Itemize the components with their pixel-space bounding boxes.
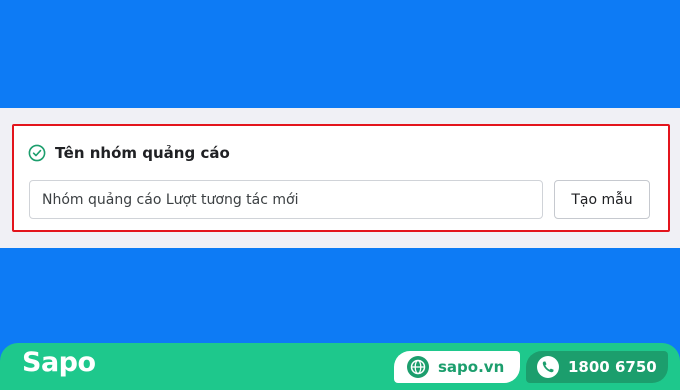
ad-group-panel: Tên nhóm quảng cáo Tạo mẫu <box>0 108 680 248</box>
website-text: sapo.vn <box>438 358 505 376</box>
website-badge[interactable]: sapo.vn <box>394 351 520 383</box>
sapo-logo: Sapo <box>22 347 96 378</box>
create-template-button[interactable]: Tạo mẫu <box>554 180 650 219</box>
ad-group-name-card: Tên nhóm quảng cáo Tạo mẫu <box>12 124 670 232</box>
section-title: Tên nhóm quảng cáo <box>55 144 230 162</box>
section-header: Tên nhóm quảng cáo <box>28 144 230 162</box>
check-circle-icon <box>28 144 46 162</box>
footer-bar: Sapo sapo.vn 1800 6750 <box>0 343 680 390</box>
hotline-badge[interactable]: 1800 6750 <box>526 351 668 383</box>
phone-number: 1800 6750 <box>568 358 657 376</box>
phone-icon <box>537 356 559 378</box>
globe-icon <box>407 356 429 378</box>
ad-group-name-input[interactable] <box>29 180 543 219</box>
